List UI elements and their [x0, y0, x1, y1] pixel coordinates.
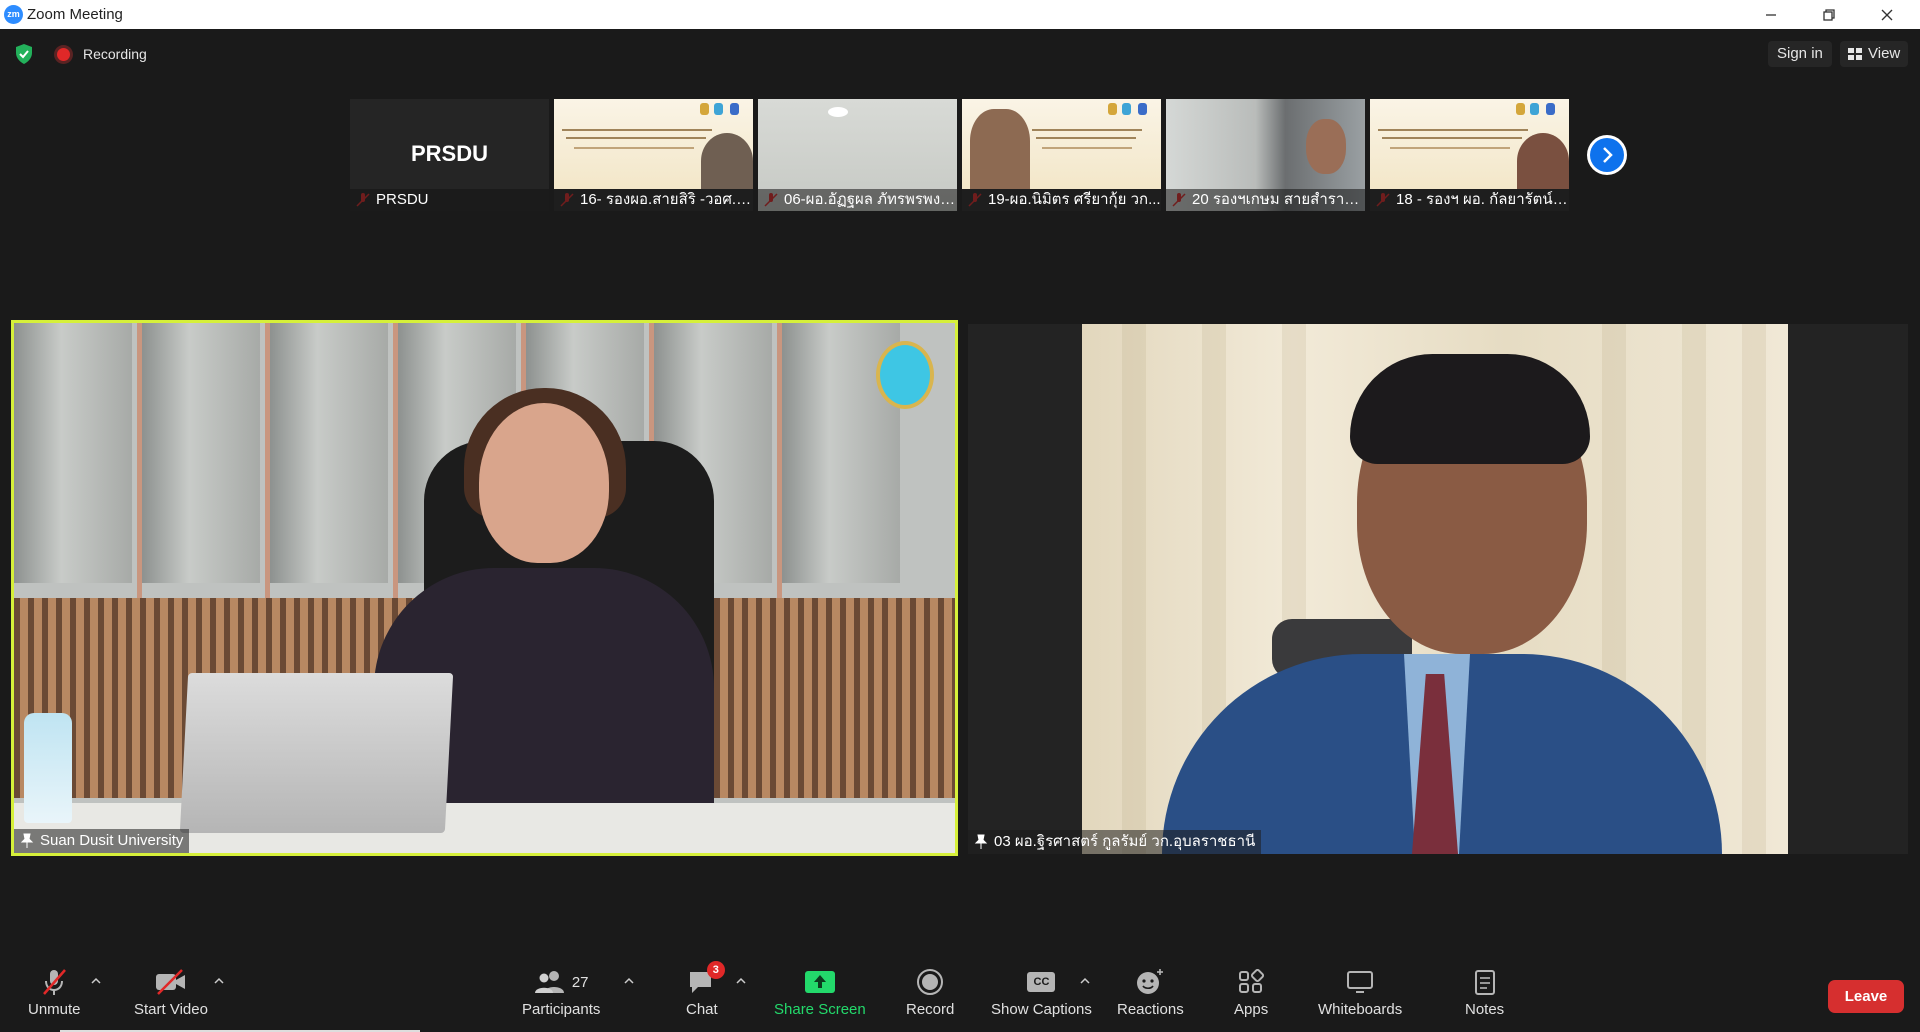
participant-video-image — [970, 109, 1030, 189]
start-video-label: Start Video — [134, 1001, 208, 1018]
apps-button[interactable]: Apps — [1234, 967, 1268, 1023]
speaker-video-image — [14, 323, 955, 853]
minimize-button[interactable] — [1748, 0, 1794, 29]
participant-thumbnail[interactable]: 19-ผอ.นิมิตร ศรียากุ้ย วก... — [962, 99, 1161, 211]
shared-slide-image — [554, 99, 753, 189]
record-icon — [917, 969, 944, 995]
pin-icon — [974, 834, 988, 849]
share-screen-button[interactable]: Share Screen — [774, 967, 866, 1023]
window-title: Zoom Meeting — [27, 6, 123, 23]
sign-in-button[interactable]: Sign in — [1768, 41, 1832, 67]
notes-icon — [1474, 970, 1495, 995]
participant-thumbnail[interactable]: 16- รองผอ.สายสิริ -วอศ.สุ... — [554, 99, 753, 211]
participant-name: 18 - รองฯ ผอ. กัลยารัตน์ ... — [1370, 189, 1569, 211]
close-icon — [1881, 9, 1893, 20]
participant-video-image — [1306, 119, 1346, 174]
share-screen-label: Share Screen — [774, 1001, 866, 1018]
participants-label: Participants — [522, 1001, 601, 1018]
reactions-button[interactable]: Reactions — [1117, 967, 1184, 1023]
shared-slide-image — [962, 99, 1161, 189]
unmute-button[interactable]: Unmute — [28, 967, 81, 1023]
university-emblem-icon — [876, 341, 934, 409]
encryption-shield-icon[interactable] — [14, 43, 34, 65]
active-speaker-video-tile[interactable]: Suan Dusit University — [11, 320, 958, 856]
whiteboards-label: Whiteboards — [1318, 1001, 1403, 1018]
speaker-name: Suan Dusit University — [40, 832, 184, 849]
chat-button[interactable]: 3 Chat — [686, 961, 725, 1023]
video-options-caret-icon[interactable] — [214, 977, 224, 985]
reactions-label: Reactions — [1117, 1001, 1184, 1018]
participant-name: 06-ผอ.อัฏฐผล ภัทรพรพงษ์... — [758, 189, 957, 211]
participant-video-image — [701, 133, 753, 189]
window-titlebar: zm Zoom Meeting — [0, 0, 1920, 29]
pin-icon — [20, 833, 34, 848]
whiteboard-icon — [1347, 971, 1374, 993]
chat-options-caret-icon[interactable] — [736, 977, 746, 985]
video-off-icon — [155, 969, 185, 995]
unmute-label: Unmute — [28, 1001, 81, 1018]
participant-name: 03 ผอ.ฐิรศาสตร์ กูลรัมย์ วก.อุบลราชธานี — [994, 833, 1256, 850]
participant-name: 19-ผอ.นิมิตร ศรียากุ้ย วก... — [962, 189, 1161, 211]
participant-name: 20 รองฯเกษม สายสำราญ ... — [1166, 189, 1365, 211]
grid-view-icon — [1848, 48, 1862, 60]
participant-video-image — [1082, 324, 1788, 854]
view-label: View — [1868, 45, 1901, 62]
participant-thumbnail[interactable]: PRSDU PRSDU — [350, 99, 549, 211]
captions-icon: CC — [1027, 972, 1056, 992]
show-captions-button[interactable]: CC Show Captions — [991, 967, 1092, 1023]
participant-name: 16- รองผอ.สายสิริ -วอศ.สุ... — [554, 189, 753, 211]
apps-label: Apps — [1234, 1001, 1269, 1018]
participant-video-image — [828, 107, 848, 117]
next-page-button[interactable] — [1587, 135, 1627, 175]
close-button[interactable] — [1864, 0, 1910, 29]
view-button[interactable]: View — [1840, 41, 1909, 67]
show-captions-label: Show Captions — [991, 1001, 1092, 1018]
participant-count: 27 — [571, 973, 589, 991]
record-label: Record — [906, 1001, 955, 1018]
notes-label: Notes — [1465, 1001, 1505, 1018]
zoom-logo-icon: zm — [4, 5, 23, 24]
minimize-icon — [1766, 13, 1776, 16]
recording-icon — [57, 48, 70, 61]
reactions-icon — [1137, 969, 1164, 994]
speaker-name-label: Suan Dusit University — [14, 829, 190, 853]
participant-video-image — [1517, 133, 1569, 189]
start-video-button[interactable]: Start Video — [134, 967, 208, 1023]
participant-thumbnail-strip: PRSDU PRSDU 16- รองผอ.สายสิริ -วอศ.สุ...… — [350, 99, 1570, 211]
share-screen-icon — [804, 971, 835, 993]
participant-name: PRSDU — [350, 189, 549, 211]
chat-label: Chat — [686, 1001, 718, 1018]
captions-options-caret-icon[interactable] — [1080, 977, 1090, 985]
participant-name-label: 03 ผอ.ฐิรศาสตร์ กูลรัมย์ วก.อุบลราชธานี — [968, 830, 1262, 854]
participant-thumbnail[interactable]: 06-ผอ.อัฏฐผล ภัทรพรพงษ์... — [758, 99, 957, 211]
chevron-right-icon — [1603, 147, 1613, 163]
audio-options-caret-icon[interactable] — [91, 977, 101, 985]
restore-button[interactable] — [1806, 0, 1852, 29]
record-button[interactable]: Record — [906, 967, 954, 1023]
restore-icon — [1823, 8, 1835, 21]
meeting-topbar: Recording Sign in View — [0, 29, 1920, 79]
recording-label: Recording — [83, 46, 147, 62]
shared-slide-image — [1370, 99, 1569, 189]
chat-unread-badge: 3 — [706, 961, 725, 979]
participants-button[interactable]: 27 Participants — [522, 967, 600, 1023]
participants-icon — [534, 971, 564, 993]
participant-name-card: PRSDU — [410, 141, 488, 166]
muted-mic-icon — [43, 969, 67, 995]
participant-thumbnail[interactable]: 20 รองฯเกษม สายสำราญ ... — [1166, 99, 1365, 211]
participants-options-caret-icon[interactable] — [624, 977, 634, 985]
apps-icon — [1239, 969, 1265, 993]
meeting-controls-toolbar: Unmute Start Video 27 Participants 3 Cha… — [0, 955, 1920, 1032]
whiteboards-button[interactable]: Whiteboards — [1318, 967, 1402, 1023]
leave-meeting-button[interactable]: Leave — [1828, 980, 1904, 1013]
participant-thumbnail[interactable]: 18 - รองฯ ผอ. กัลยารัตน์ ... — [1370, 99, 1569, 211]
notes-button[interactable]: Notes — [1465, 967, 1504, 1023]
